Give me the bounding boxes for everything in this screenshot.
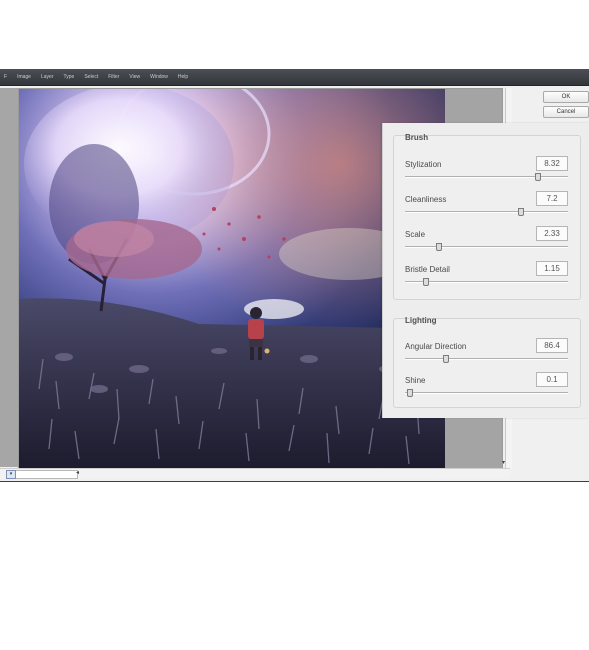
slider-thumb[interactable] — [436, 243, 443, 251]
slider-thumb[interactable] — [535, 173, 542, 181]
param-cleanliness: Cleanliness 7.2 — [394, 191, 580, 225]
menu-item-window[interactable]: Window — [146, 74, 174, 80]
param-stylization: Stylization 8.32 — [394, 156, 580, 190]
left-gutter — [0, 88, 19, 467]
menu-item-layer[interactable]: Layer — [37, 74, 60, 80]
zoom-dropdown-icon[interactable]: ▾ — [6, 470, 16, 479]
param-value-field[interactable]: 1.15 — [536, 261, 568, 276]
param-value-field[interactable]: 86.4 — [536, 338, 568, 353]
slider-track[interactable] — [405, 392, 568, 394]
menu-item-file[interactable]: F — [0, 74, 13, 80]
param-label: Angular Direction — [405, 342, 467, 351]
slider-track[interactable] — [405, 281, 568, 283]
brush-group-title: Brush — [405, 133, 429, 142]
lighting-group-title: Lighting — [405, 316, 437, 325]
slider-track[interactable] — [405, 176, 568, 178]
menu-item-type[interactable]: Type — [59, 74, 80, 80]
scroll-down-icon[interactable]: ▾ — [502, 459, 505, 466]
zoom-field[interactable] — [6, 470, 78, 479]
param-shine: Shine 0.1 — [394, 372, 580, 406]
param-label: Bristle Detail — [405, 265, 450, 274]
slider-thumb[interactable] — [406, 389, 413, 397]
param-label: Shine — [405, 376, 426, 385]
settings-panel: Brush Stylization 8.32 Cleanliness 7.2 S… — [382, 123, 589, 418]
param-bristle-detail: Bristle Detail 1.15 — [394, 261, 580, 295]
slider-thumb[interactable] — [518, 208, 525, 216]
cancel-button[interactable]: Cancel — [543, 106, 589, 118]
brush-group: Brush Stylization 8.32 Cleanliness 7.2 S… — [393, 133, 581, 300]
param-angular-direction: Angular Direction 86.4 — [394, 338, 580, 372]
scroll-left-icon[interactable]: ◂ — [76, 469, 79, 476]
param-label: Cleanliness — [405, 195, 447, 204]
slider-thumb[interactable] — [423, 278, 430, 286]
param-value-field[interactable]: 7.2 — [536, 191, 568, 206]
divider — [0, 481, 589, 482]
param-value-field[interactable]: 2.33 — [536, 226, 568, 241]
slider-track[interactable] — [405, 211, 568, 213]
menu-item-view[interactable]: View — [125, 74, 146, 80]
param-scale: Scale 2.33 — [394, 226, 580, 260]
menu-item-help[interactable]: Help — [174, 74, 194, 80]
menu-item-select[interactable]: Select — [80, 74, 104, 80]
param-label: Scale — [405, 230, 426, 239]
param-label: Stylization — [405, 160, 442, 169]
slider-track[interactable] — [405, 358, 568, 360]
menu-item-filter[interactable]: Filter — [104, 74, 125, 80]
menu-bar: F Image Layer Type Select Filter View Wi… — [0, 69, 589, 86]
param-value-field[interactable]: 0.1 — [536, 372, 568, 387]
ok-button[interactable]: OK — [543, 91, 589, 103]
param-value-field[interactable]: 8.32 — [536, 156, 568, 171]
slider-track[interactable] — [405, 246, 568, 248]
lighting-group: Lighting Angular Direction 86.4 Shine 0.… — [393, 316, 581, 408]
slider-thumb[interactable] — [442, 355, 449, 363]
menu-item-image[interactable]: Image — [13, 74, 37, 80]
